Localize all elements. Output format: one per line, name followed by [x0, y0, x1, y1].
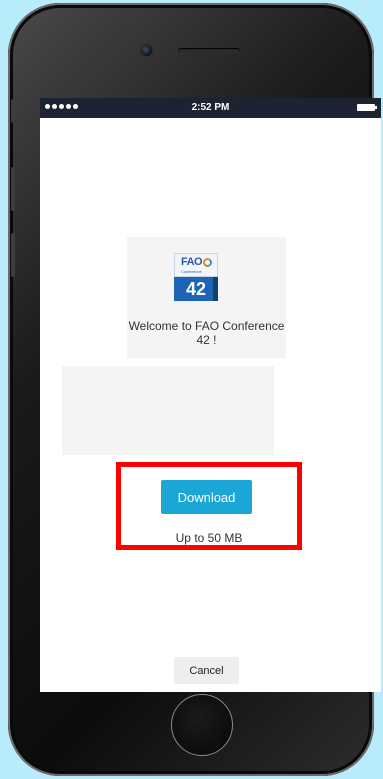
welcome-text: Welcome to FAO Conference 42 ! [128, 319, 285, 347]
phone-frame: 2:52 PM FAO Conference 42 Welcome to FAO… [8, 3, 381, 776]
status-time: 2:52 PM [191, 102, 230, 113]
stage: 2:52 PM FAO Conference 42 Welcome to FAO… [0, 0, 383, 779]
home-button[interactable] [171, 694, 233, 756]
content-placeholder [62, 366, 274, 455]
cancel-button[interactable]: Cancel [174, 657, 239, 684]
earpiece-speaker [178, 48, 240, 53]
battery-icon [357, 104, 377, 111]
volume-down-button [11, 233, 15, 277]
volume-up-button [11, 167, 15, 211]
mute-switch [11, 99, 15, 123]
logo-top-panel: FAO Conference [174, 253, 218, 277]
fao-conference-logo: FAO Conference 42 [172, 253, 220, 301]
status-bar: 2:52 PM [40, 98, 381, 118]
logo-ring-icon [203, 258, 212, 267]
logo-number: 42 [174, 277, 218, 301]
logo-fao-text: FAO [181, 256, 203, 268]
screen: 2:52 PM FAO Conference 42 Welcome to FAO… [40, 98, 381, 692]
app-card: FAO Conference 42 Welcome to FAO Confere… [127, 237, 286, 358]
front-camera [141, 45, 152, 56]
download-size-text: Up to 50 MB [175, 531, 243, 545]
logo-conference-text: Conference [181, 269, 202, 274]
download-button[interactable]: Download [161, 480, 252, 514]
